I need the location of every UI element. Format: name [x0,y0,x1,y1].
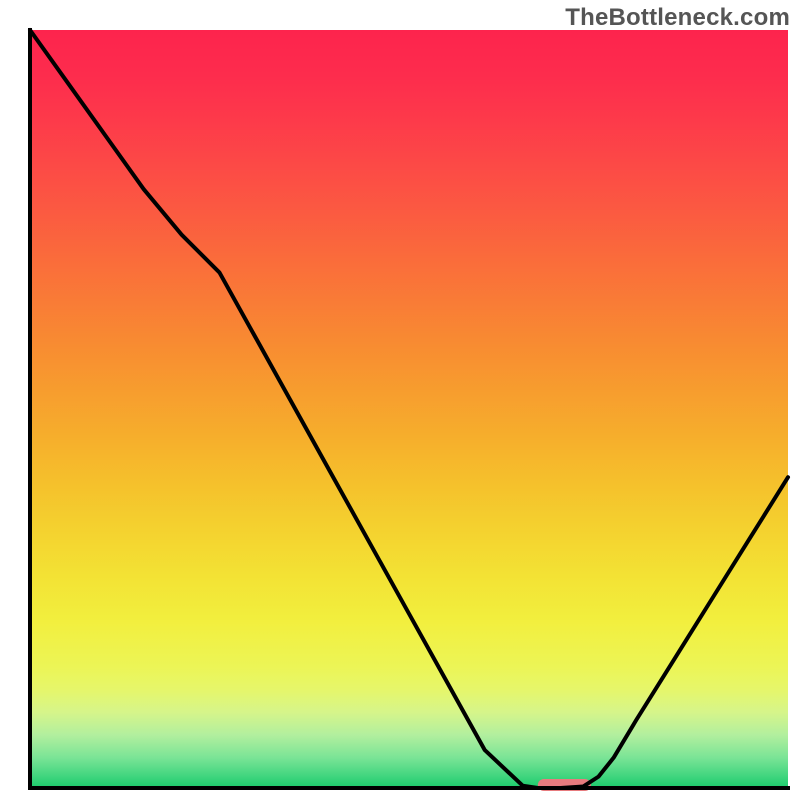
bottleneck-chart [0,0,800,800]
chart-background [30,30,788,788]
watermark: TheBottleneck.com [565,4,790,32]
